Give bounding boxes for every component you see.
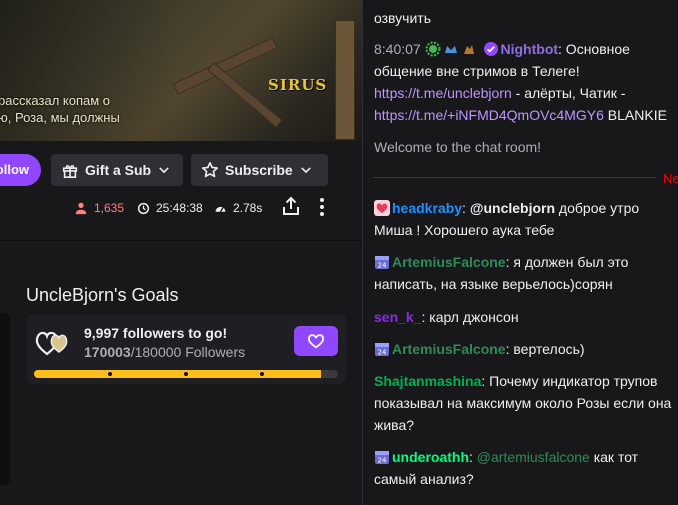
- chat-message: 24 underoathh: @artemiusfalcone как тот с…: [374, 446, 669, 490]
- viewer-count-value: 1,635: [94, 201, 125, 215]
- calendar-badge-icon: 24: [375, 343, 389, 357]
- crown-badge-icon: [444, 46, 457, 53]
- subscribe-label: Subscribe: [225, 162, 293, 178]
- gift-icon: [62, 165, 78, 179]
- video-subtitles: рассказал копам о ю, Роза, мы должны: [0, 92, 120, 126]
- divider: [0, 240, 362, 241]
- chat-text: - алёрты, Чатик -: [511, 85, 626, 101]
- chat-username[interactable]: sen_k_: [374, 309, 421, 325]
- calendar-badge-icon: 24: [375, 256, 389, 270]
- chat-message: 24 ArtemiusFalcone: вертелось): [374, 338, 678, 360]
- video-scene: [335, 20, 355, 140]
- chat-mention[interactable]: @artemiusfalcone: [477, 449, 590, 465]
- goal-progress-bar: [34, 370, 338, 378]
- hearts-icon: [35, 331, 68, 356]
- goal-headline: 9,997 followers to go!: [84, 325, 228, 341]
- viewer-count[interactable]: 1,635: [74, 199, 124, 217]
- milestone-dot: [260, 372, 264, 376]
- gear-badge-icon: [425, 41, 441, 57]
- goals-title: UncleBjorn's Goals: [26, 285, 179, 305]
- goal-progress-text: 170003/180000 Followers: [84, 344, 245, 360]
- side-panel-edge: [0, 313, 10, 485]
- chat-message-fragment: озвучить: [374, 10, 431, 26]
- chat-message: sen_k_: карл джонсон: [374, 306, 678, 328]
- timestamp: 8:40:07: [374, 41, 421, 57]
- goal-card: 9,997 followers to go! 170003/180000 Fol…: [26, 314, 346, 384]
- chat-separator: :: [469, 449, 477, 465]
- svg-text:24: 24: [378, 457, 387, 465]
- stream-stats: 1,635 25:48:38 2.78s: [0, 199, 362, 217]
- stream-uptime: 25:48:38: [137, 199, 203, 217]
- svg-text:24: 24: [378, 262, 387, 270]
- game-logo: SIRUS: [268, 76, 328, 94]
- latency-value: 2.78s: [233, 201, 263, 215]
- verified-icon: [483, 42, 498, 56]
- gift-sub-button[interactable]: Gift a Sub: [51, 154, 183, 186]
- new-messages-divider: [373, 177, 656, 178]
- chat-username[interactable]: ArtemiusFalcone: [392, 341, 506, 357]
- chat-text: BLANKIE: [603, 107, 667, 123]
- dog-badge-icon: [463, 45, 474, 54]
- chevron-down-icon: [300, 167, 311, 174]
- goal-target: /180000 Followers: [130, 344, 246, 360]
- svg-text:24: 24: [378, 349, 387, 357]
- chat-link[interactable]: https://t.me/unclebjorn: [374, 85, 512, 101]
- chat-message: headkraby: @unclebjorn доброе утро Миша …: [374, 197, 669, 241]
- video-player[interactable]: рассказал копам о ю, Роза, мы должны SIR…: [0, 0, 362, 141]
- more-options-icon[interactable]: [316, 196, 328, 218]
- gauge-icon: [215, 206, 226, 212]
- chat-message: Shajtanmashina: Почему индикатор трупов …: [374, 370, 678, 436]
- chat-text: : вертелось): [505, 341, 585, 357]
- gift-sub-label: Gift a Sub: [85, 162, 152, 178]
- star-icon: [201, 161, 219, 178]
- viewers-icon: [75, 202, 87, 215]
- chat-text: : карл джонсон: [421, 309, 519, 325]
- chevron-down-icon: [159, 167, 169, 174]
- chat-welcome: Welcome to the chat room!: [374, 139, 542, 155]
- chat-username[interactable]: underoathh: [392, 449, 469, 465]
- milestone-dot: [184, 372, 188, 376]
- chat-username[interactable]: headkraby: [392, 200, 462, 216]
- follow-button[interactable]: ollow: [0, 154, 41, 186]
- uptime-value: 25:48:38: [156, 201, 203, 215]
- video-scene: [172, 37, 278, 95]
- chat-panel: озвучить 8:40:07 Nightbot: Основное обще…: [362, 0, 678, 505]
- chat-mention[interactable]: @unclebjorn: [470, 200, 555, 216]
- share-icon[interactable]: [282, 196, 300, 216]
- clock-icon: [137, 202, 150, 214]
- chat-link[interactable]: https://t.me/+iNFMD4QmOVc4MGY6: [374, 107, 604, 123]
- channel-panel: рассказал копам о ю, Роза, мы должны SIR…: [0, 0, 362, 505]
- chat-username[interactable]: ArtemiusFalcone: [392, 254, 506, 270]
- milestone-dot: [108, 372, 112, 376]
- subtitle-line-1: рассказал копам о: [0, 93, 111, 108]
- video-scene: [207, 62, 283, 128]
- subtitle-line-2: ю, Роза, мы должны: [0, 110, 120, 125]
- chat-separator: :: [462, 200, 470, 216]
- chat-username[interactable]: Nightbot: [501, 41, 559, 57]
- chat-username[interactable]: Shajtanmashina: [374, 373, 481, 389]
- subscribe-button[interactable]: Subscribe: [191, 154, 328, 186]
- goal-progress-fill: [34, 370, 321, 378]
- heart-icon: [307, 334, 325, 349]
- stream-latency: 2.78s: [214, 199, 262, 217]
- new-messages-label: Ne: [663, 171, 678, 186]
- goal-follow-button[interactable]: [294, 326, 338, 356]
- calendar-badge-icon: 24: [375, 451, 389, 465]
- chat-message-nightbot: 8:40:07 Nightbot: Основное общение вне с…: [374, 38, 674, 126]
- heart-badge-icon: [374, 200, 390, 216]
- chat-message: 24 ArtemiusFalcone: я должен был это напи…: [374, 251, 669, 295]
- goal-current: 170003: [84, 344, 131, 360]
